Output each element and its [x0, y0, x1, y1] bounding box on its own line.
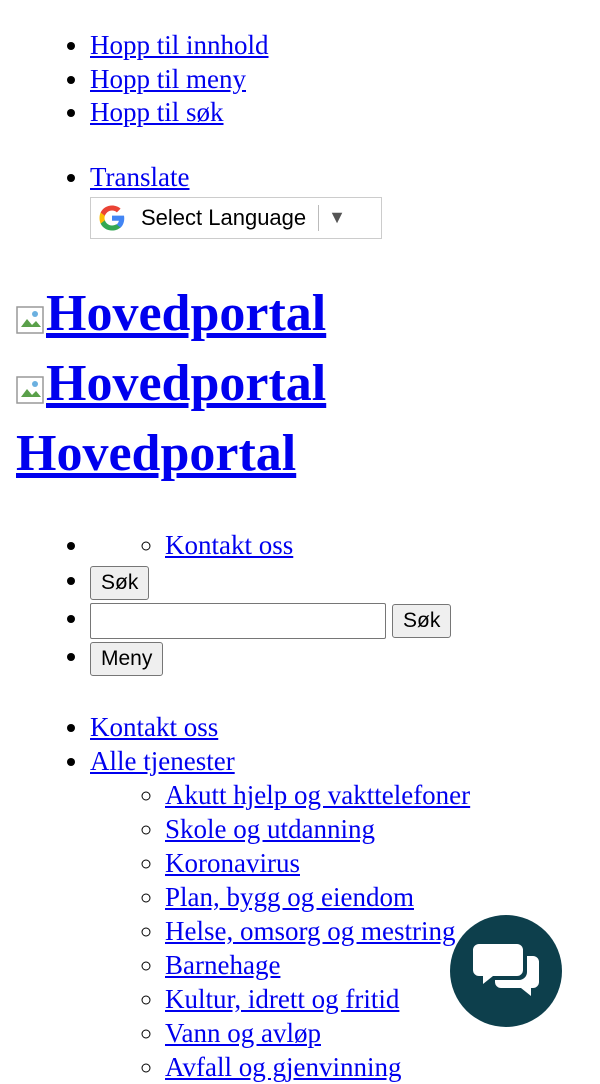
header-sub-item: Kontakt oss [165, 529, 293, 561]
logo-image-2: Hovedportal [16, 352, 326, 416]
skip-to-content-link[interactable]: Hopp til innhold [90, 30, 269, 60]
translate-item: Translate Select Language ▼ [90, 161, 382, 239]
google-g-icon [99, 205, 125, 230]
header-nav-item: Søk [90, 561, 451, 600]
logo-text-link[interactable]: Hovedportal [16, 425, 296, 482]
skip-link-item: Hopp til meny [90, 63, 269, 97]
services-list: Akutt hjelp og vakttelefoner Skole og ut… [90, 778, 470, 1084]
service-link[interactable]: Plan, bygg og eiendom [165, 882, 414, 912]
service-link[interactable]: Akutt hjelp og vakttelefoner [165, 780, 470, 810]
menu-button[interactable]: Meny [90, 641, 164, 676]
logo-link-2[interactable]: Hovedportal [16, 355, 326, 412]
dropdown-arrow-icon: ▼ [328, 206, 346, 227]
service-item: Kultur, idrett og fritid [165, 982, 470, 1016]
search-toggle-button[interactable]: Søk [90, 565, 150, 600]
service-item: Akutt hjelp og vakttelefoner [165, 778, 470, 812]
main-nav-item: Kontakt oss [90, 710, 470, 744]
service-item: Vann og avløp [165, 1016, 470, 1050]
service-item: Koronavirus [165, 846, 470, 880]
service-link[interactable]: Kultur, idrett og fritid [165, 984, 399, 1014]
skip-links: Hopp til innhold Hopp til meny Hopp til … [90, 29, 269, 130]
translate-link[interactable]: Translate [90, 162, 190, 192]
service-link[interactable]: Skole og utdanning [165, 814, 375, 844]
skip-link-item: Hopp til søk [90, 96, 269, 130]
logo-alt-text: Hovedportal [46, 285, 327, 342]
search-submit-button[interactable]: Søk [392, 603, 452, 638]
google-translate-select[interactable]: Select Language ▼ [90, 196, 382, 239]
service-item: Skole og utdanning [165, 812, 470, 846]
broken-image-icon [16, 358, 46, 404]
service-item: Plan, bygg og eiendom [165, 880, 470, 914]
header-nav-item: Søk [90, 599, 452, 639]
select-language-label: Select Language [141, 204, 307, 230]
service-link[interactable]: Barnehage [165, 950, 280, 980]
translate-list: Translate Select Language ▼ [90, 161, 382, 239]
skip-to-menu-link[interactable]: Hopp til meny [90, 64, 246, 94]
service-item: Helse, omsorg og mestring [165, 914, 470, 948]
service-link[interactable]: Helse, omsorg og mestring [165, 916, 455, 946]
header-nav-item: Meny [90, 637, 451, 676]
main-nav-item: Alle tjenester Akutt hjelp og vakttelefo… [90, 744, 470, 1084]
chat-bubbles-icon [473, 944, 539, 996]
header-sub-list: Kontakt oss [90, 529, 293, 561]
main-contact-link[interactable]: Kontakt oss [90, 712, 218, 742]
header-nav: Kontakt oss Søk Søk Meny [90, 529, 452, 676]
service-link[interactable]: Avfall og gjenvinning [165, 1052, 401, 1082]
search-input[interactable] [90, 602, 386, 639]
skip-link-item: Hopp til innhold [90, 29, 269, 63]
service-item: Avfall og gjenvinning [165, 1050, 470, 1084]
header-nav-item: Kontakt oss [90, 529, 451, 561]
service-link[interactable]: Vann og avløp [165, 1018, 321, 1048]
broken-image-icon [16, 288, 46, 334]
logo-text: Hovedportal [16, 422, 296, 486]
chat-button[interactable] [450, 915, 562, 1027]
logo-alt-text: Hovedportal [46, 355, 327, 412]
header-contact-link[interactable]: Kontakt oss [165, 530, 293, 560]
logo-image-1: Hovedportal [16, 282, 326, 346]
service-item: Barnehage [165, 948, 470, 982]
all-services-link[interactable]: Alle tjenester [90, 746, 235, 776]
divider [318, 204, 320, 231]
main-nav: Kontakt oss Alle tjenester Akutt hjelp o… [90, 710, 470, 1084]
service-link[interactable]: Koronavirus [165, 848, 300, 878]
skip-to-search-link[interactable]: Hopp til søk [90, 97, 224, 127]
logo-link-1[interactable]: Hovedportal [16, 285, 326, 342]
